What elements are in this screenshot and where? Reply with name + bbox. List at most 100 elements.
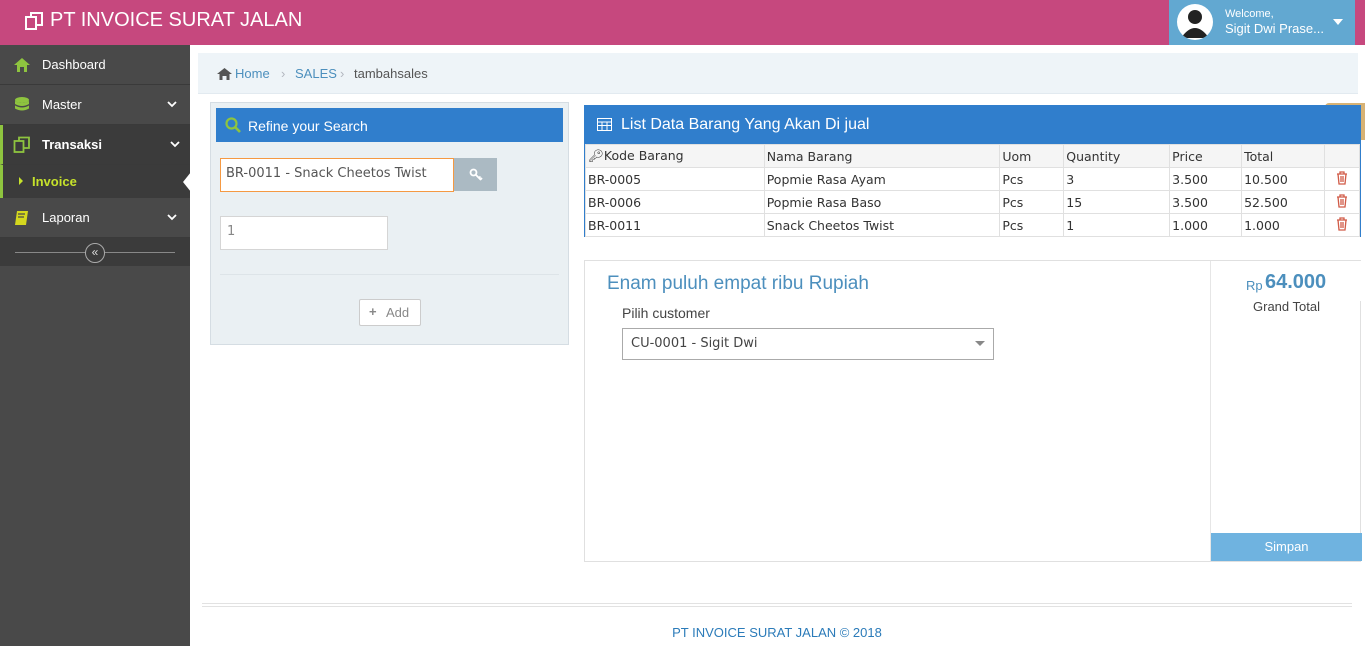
table-row: BR-0011 Snack Cheetos Twist Pcs 1 1.000 … [585, 213, 1361, 237]
user-menu[interactable]: Welcome, Sigit Dwi Prase... [1169, 0, 1355, 45]
navbar: PT INVOICE SURAT JALAN Welcome, Sigit Dw… [0, 0, 1365, 45]
cell-uom: Pcs [999, 167, 1065, 191]
cell-quantity: 15 [1063, 190, 1171, 214]
breadcrumb-current: tambahsales [354, 66, 428, 81]
column-header: Quantity [1063, 144, 1171, 168]
sidebar-item-label: Transaksi [42, 137, 102, 152]
customer-select[interactable]: CU-0001 - Sigit Dwi [622, 328, 994, 360]
caret-down-icon [1333, 19, 1343, 25]
home-icon [14, 58, 30, 72]
list-header: List Data Barang Yang Akan Di jual [585, 106, 1360, 144]
home-icon [217, 67, 232, 80]
currency-label: Rp [1246, 278, 1263, 293]
avatar [1177, 4, 1213, 40]
sidebar-item-invoice[interactable]: Invoice [0, 165, 191, 198]
item-table: 🔑︎Kode Barang Nama Barang Uom Quantity P… [585, 144, 1361, 237]
breadcrumb-sales[interactable]: SALES [295, 66, 337, 81]
item-search-input[interactable]: BR-0011 - Snack Cheetos Twist [220, 158, 454, 192]
collapse-icon[interactable]: « [85, 243, 105, 263]
grand-total-label: Grand Total [1253, 299, 1320, 314]
sidebar-item-master[interactable]: Master [0, 85, 190, 125]
book-icon [15, 211, 28, 225]
cell-quantity: 3 [1063, 167, 1171, 191]
cell-price: 1.000 [1169, 213, 1243, 237]
search-title: Refine your Search [248, 118, 368, 134]
sidebar-item-dashboard[interactable]: Dashboard [0, 45, 190, 85]
cell-kode: BR-0011 [585, 213, 765, 237]
chevron-down-icon [170, 141, 180, 148]
cell-uom: Pcs [999, 190, 1065, 214]
column-header: Uom [999, 144, 1065, 168]
sidebar-item-transaksi[interactable]: Transaksi [0, 125, 190, 165]
add-label: Add [386, 305, 410, 320]
breadcrumb-home-label: Home [235, 66, 270, 81]
copy-icon [25, 11, 43, 30]
sidebar: Dashboard Master Transaksi Invoice Lapor… [0, 45, 191, 646]
sidebar-collapse: « [0, 238, 190, 266]
breadcrumb-separator-icon: › [281, 66, 286, 81]
cell-nama: Popmie Rasa Baso [763, 190, 1001, 214]
customer-select-value: CU-0001 - Sigit Dwi [631, 336, 758, 351]
save-button[interactable]: Simpan [1211, 533, 1362, 561]
cell-total: 10.500 [1241, 167, 1325, 191]
table-row: BR-0006 Popmie Rasa Baso Pcs 15 3.500 52… [585, 190, 1361, 214]
sidebar-item-label: Master [42, 97, 82, 112]
cell-price: 3.500 [1169, 190, 1243, 214]
cell-quantity: 1 [1063, 213, 1171, 237]
trash-icon[interactable] [1336, 193, 1348, 208]
user-welcome: Welcome, [1225, 8, 1274, 20]
caret-right-icon [19, 177, 23, 185]
key-icon [469, 168, 483, 181]
active-indicator [183, 172, 191, 192]
column-header: Nama Barang [763, 144, 1001, 168]
table-row: BR-0005 Popmie Rasa Ayam Pcs 3 3.500 10.… [585, 167, 1361, 191]
chevron-down-icon [167, 101, 177, 108]
trash-icon[interactable] [1336, 216, 1348, 231]
sidebar-item-laporan[interactable]: Laporan [0, 198, 190, 238]
quantity-input[interactable]: 1 [220, 216, 388, 250]
grand-total-amount: 64.000 [1265, 271, 1327, 293]
delete-cell [1323, 167, 1361, 191]
amount-in-words: Enam puluh empat ribu Rupiah [607, 273, 869, 294]
breadcrumb: Home › SALES › tambahsales [198, 53, 1358, 94]
user-name: Sigit Dwi Prase... [1225, 21, 1324, 36]
grand-total-panel: Rp 64.000 Grand Total Simpan [1210, 261, 1362, 561]
column-header: Total [1241, 144, 1325, 168]
summary-box: Enam puluh empat ribu Rupiah Pilih custo… [584, 260, 1362, 562]
sidebar-item-label: Dashboard [42, 57, 106, 72]
breadcrumb-separator-icon: › [340, 66, 345, 81]
app-title: PT INVOICE SURAT JALAN [50, 9, 303, 31]
trash-icon[interactable] [1336, 170, 1348, 185]
footer-divider [202, 606, 1352, 607]
cell-total: 52.500 [1241, 190, 1325, 214]
dropdown-arrow-icon [975, 341, 985, 346]
cell-total: 1.000 [1241, 213, 1325, 237]
customer-label: Pilih customer [622, 305, 710, 321]
footer-text: PT INVOICE SURAT JALAN © 2018 [672, 625, 882, 640]
lookup-button[interactable] [454, 158, 497, 191]
database-icon [15, 97, 29, 111]
cell-kode: BR-0006 [585, 190, 765, 214]
chevron-down-icon [167, 214, 177, 221]
table-header-row: 🔑︎Kode Barang Nama Barang Uom Quantity P… [585, 144, 1361, 168]
app-brand[interactable]: PT INVOICE SURAT JALAN [24, 9, 302, 32]
delete-cell [1323, 213, 1361, 237]
table-icon [597, 118, 612, 131]
plus-icon: + [369, 304, 377, 319]
breadcrumb-home[interactable]: Home [216, 66, 270, 81]
search-widget: Refine your Search BR-0011 - Snack Cheet… [210, 102, 569, 345]
cell-price: 3.500 [1169, 167, 1243, 191]
add-button[interactable]: + Add [359, 299, 421, 326]
cell-nama: Popmie Rasa Ayam [763, 167, 1001, 191]
item-list-widget: List Data Barang Yang Akan Di jual 🔑︎Kod… [584, 105, 1361, 237]
search-header: Refine your Search [216, 108, 563, 142]
search-icon [225, 117, 241, 133]
delete-cell [1323, 190, 1361, 214]
column-header-label: Kode Barang [603, 148, 684, 163]
grand-total-header: Rp 64.000 [1211, 261, 1362, 301]
column-header: 🔑︎Kode Barang [585, 144, 765, 168]
sidebar-item-label: Invoice [32, 174, 77, 189]
list-title: List Data Barang Yang Akan Di jual [621, 116, 870, 133]
divider [220, 274, 559, 275]
cell-nama: Snack Cheetos Twist [763, 213, 1001, 237]
